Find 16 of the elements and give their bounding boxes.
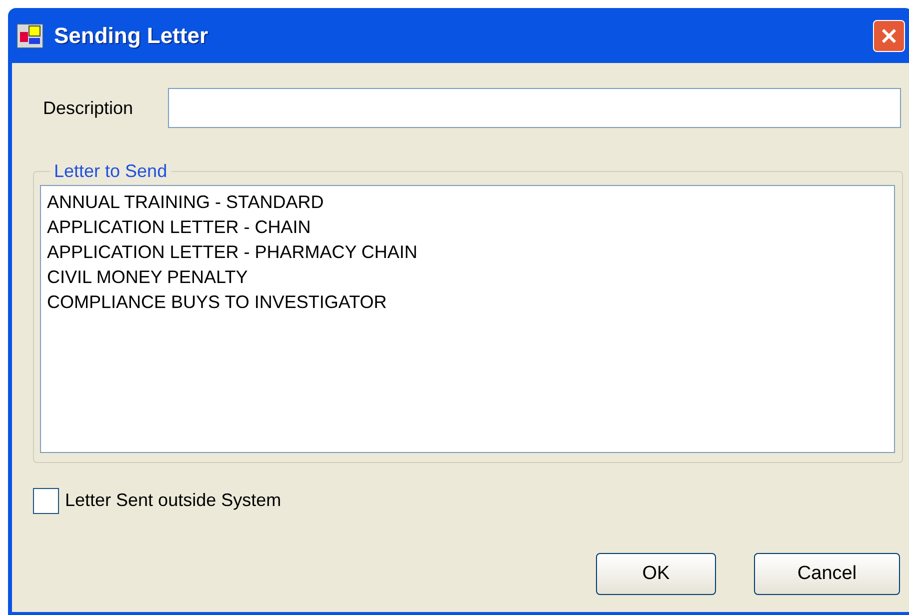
close-icon	[880, 26, 898, 44]
list-item[interactable]: CIVIL MONEY PENALTY	[47, 265, 894, 290]
list-item[interactable]: ANNUAL TRAINING - STANDARD	[47, 190, 894, 215]
checkbox[interactable]	[33, 488, 59, 514]
list-item[interactable]: APPLICATION LETTER - CHAIN	[47, 215, 894, 240]
description-field[interactable]	[168, 88, 901, 128]
list-item[interactable]: APPLICATION LETTER - PHARMACY CHAIN	[47, 240, 894, 265]
checkbox-label: Letter Sent outside System	[65, 489, 282, 512]
app-icon	[16, 22, 44, 48]
ok-button[interactable]: OK	[596, 553, 716, 595]
list-item[interactable]: COMPLIANCE BUYS TO INVESTIGATOR	[47, 290, 894, 315]
close-button[interactable]	[873, 20, 905, 52]
cancel-button[interactable]: Cancel	[754, 553, 900, 595]
group-legend: Letter to Send	[50, 158, 172, 185]
description-label: Description	[43, 96, 134, 120]
window-title: Sending Letter	[54, 22, 208, 50]
